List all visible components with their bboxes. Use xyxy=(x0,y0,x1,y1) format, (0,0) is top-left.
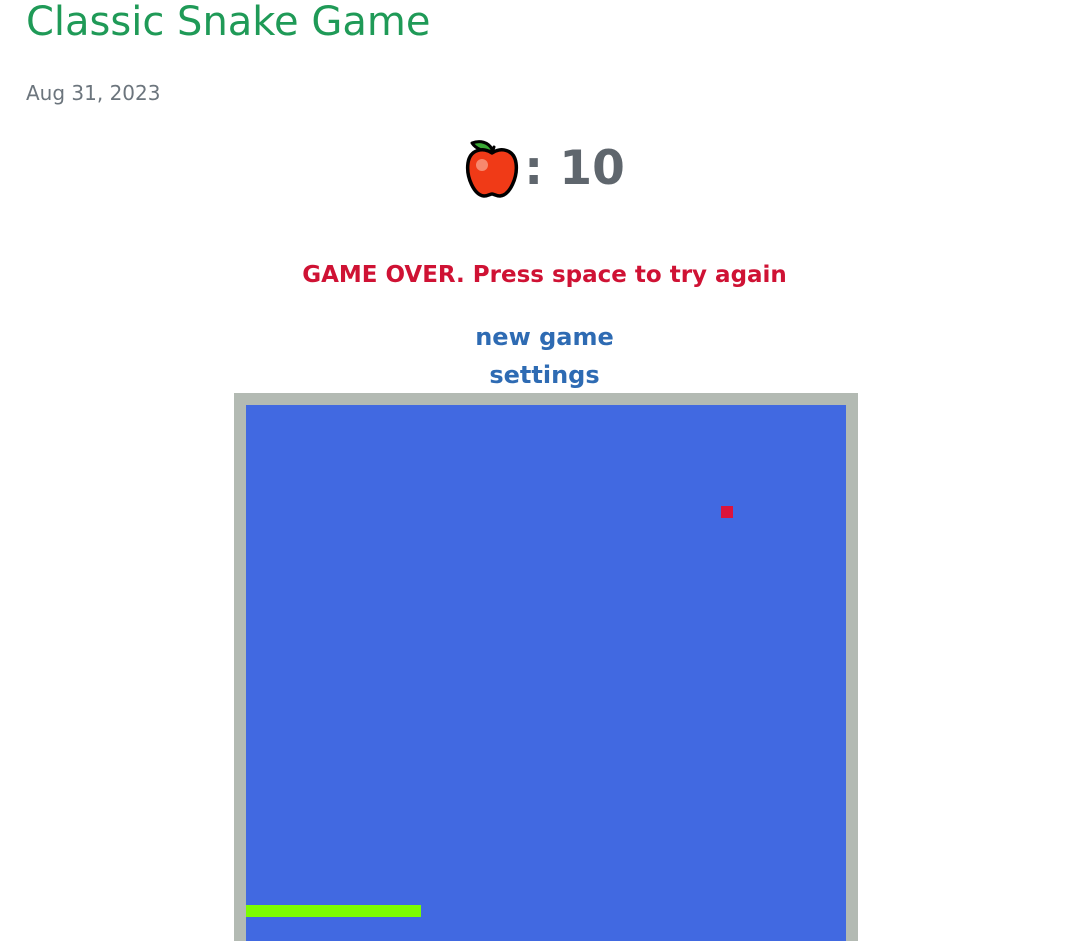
settings-link[interactable]: settings xyxy=(0,360,1089,390)
food-pellet xyxy=(721,506,733,518)
page: Classic Snake Game Aug 31, 2023 : 10 GAM… xyxy=(0,0,1089,941)
score-display: : 10 xyxy=(0,139,1089,199)
game-board[interactable] xyxy=(246,405,846,941)
new-game-link[interactable]: new game xyxy=(0,322,1089,352)
page-title: Classic Snake Game xyxy=(26,0,431,45)
post-date: Aug 31, 2023 xyxy=(26,81,161,105)
game-board-frame xyxy=(234,393,858,941)
snake-body xyxy=(246,905,421,917)
game-over-message: GAME OVER. Press space to try again xyxy=(302,262,787,288)
apple-icon xyxy=(466,140,519,198)
score-value: : 10 xyxy=(524,141,625,196)
